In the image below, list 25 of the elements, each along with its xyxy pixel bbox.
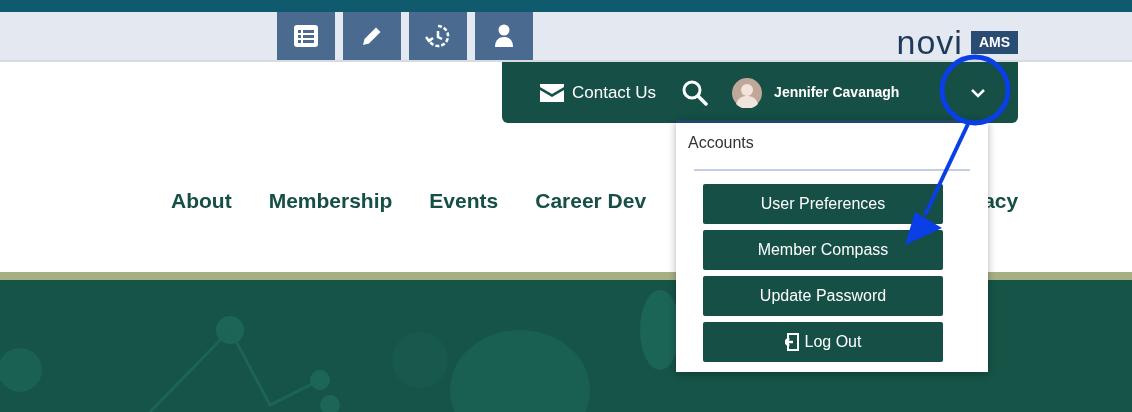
history-icon	[425, 23, 451, 49]
list-icon-button[interactable]	[277, 12, 335, 60]
pencil-icon-button[interactable]	[343, 12, 401, 60]
menu-heading: Accounts	[688, 133, 755, 153]
logout-icon	[784, 333, 799, 351]
user-icon-button[interactable]	[475, 12, 533, 60]
contact-link[interactable]: Contact Us	[540, 79, 657, 106]
list-icon	[293, 24, 319, 48]
nav-link[interactable]: Career Dev	[535, 185, 647, 217]
search-icon[interactable]	[682, 79, 709, 106]
envelope-icon	[540, 83, 564, 102]
avatar-icon	[732, 77, 763, 108]
annotation-circle	[939, 54, 1011, 126]
logout-button[interactable]: Log Out	[703, 322, 943, 362]
nav-link[interactable]: Events	[429, 185, 499, 217]
chevron-icon	[970, 88, 986, 99]
user-icon	[494, 24, 514, 48]
user-name[interactable]: Jennifer Cavanagh	[774, 82, 900, 103]
nav-link[interactable]: Membership	[268, 185, 393, 217]
menu-button[interactable]: Member Compass	[703, 230, 943, 270]
history-icon-button[interactable]	[409, 12, 467, 60]
menu-button[interactable]: Update Password	[703, 276, 943, 316]
nav-link[interactable]: About	[171, 185, 232, 217]
logo: novi AMS	[896, 25, 1018, 59]
menu-button[interactable]: User Preferences	[703, 184, 943, 224]
